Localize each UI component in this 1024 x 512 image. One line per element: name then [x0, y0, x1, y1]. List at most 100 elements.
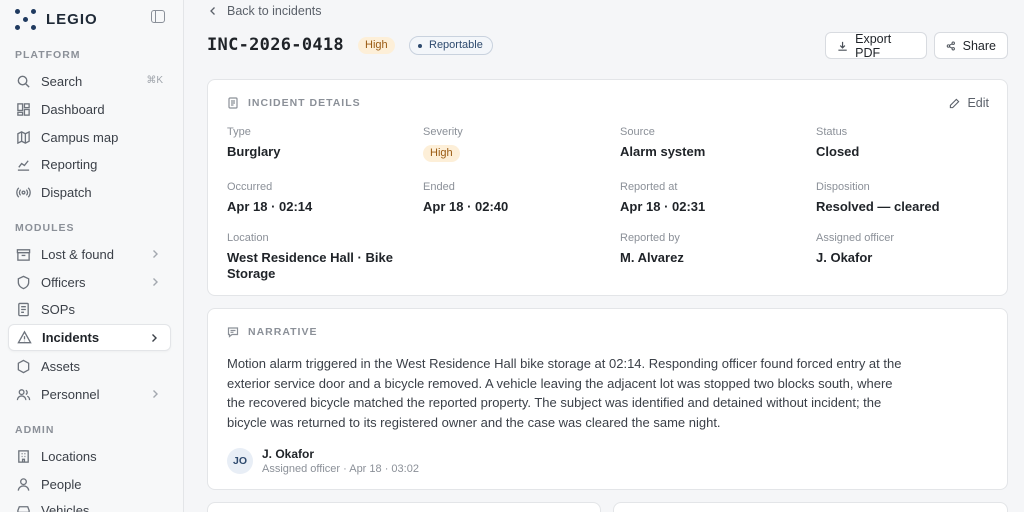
sidebar-item-campus-map[interactable]: Campus map — [8, 124, 171, 151]
sidebar-item-label: Assets — [41, 359, 81, 374]
sidebar-item-dispatch[interactable]: Dispatch — [8, 179, 171, 206]
field-value: Resolved — cleared — [816, 199, 940, 214]
avatar: JO — [227, 448, 253, 474]
sidebar-item-sops[interactable]: SOPs — [8, 296, 171, 323]
car-icon — [16, 503, 31, 512]
sidebar-item-people[interactable]: People — [8, 471, 171, 498]
shield-icon — [16, 275, 31, 290]
narrative-card: NARRATIVE Motion alarm triggered in the … — [207, 308, 1008, 490]
sidebar-item-label: Dashboard — [41, 102, 105, 117]
radio-icon — [16, 185, 31, 200]
sidebar-item-label: Locations — [41, 449, 97, 464]
dashboard-icon — [16, 102, 31, 117]
section-label-platform: PLATFORM — [15, 49, 81, 61]
dot-icon — [418, 43, 422, 48]
chart-line-icon — [16, 157, 31, 172]
sidebar-item-label: Dispatch — [41, 185, 92, 200]
field-value: Apr 18 · 02:40 — [423, 199, 509, 214]
field-label: Location — [227, 232, 269, 244]
user-icon — [16, 477, 31, 492]
field-value: West Residence Hall · Bike Storage — [227, 250, 393, 281]
narrative-text: Motion alarm triggered in the West Resid… — [227, 356, 902, 431]
field-label: Type — [227, 126, 251, 138]
pencil-icon — [950, 98, 960, 108]
map-icon — [16, 130, 31, 145]
field-reported-by: Reported by M. Alvarez — [620, 232, 800, 266]
field-label: Disposition — [816, 181, 870, 193]
search-icon — [16, 74, 31, 89]
sidebar-item-label: Reporting — [41, 157, 98, 172]
chevron-right-icon — [153, 250, 158, 258]
message-icon — [227, 327, 239, 338]
page-title: INC-2026-0418 — [207, 35, 344, 55]
incident-details-header: INCIDENT DETAILS — [227, 97, 361, 109]
field-label: Source — [620, 126, 655, 138]
document-icon — [16, 302, 31, 317]
chevron-right-icon — [153, 278, 158, 286]
narrative-header: NARRATIVE — [227, 326, 317, 338]
field-occurred: Occurred Apr 18 · 02:14 — [227, 181, 407, 215]
severity-badge: High — [358, 37, 395, 54]
narrative-author: JO J. Okafor Assigned officer · Apr 18 ·… — [227, 447, 419, 475]
field-label: Severity — [423, 126, 463, 138]
bottom-left-card — [207, 502, 601, 512]
field-location: Location West Residence Hall · Bike Stor… — [227, 232, 402, 282]
sidebar-item-locations[interactable]: Locations — [8, 443, 171, 470]
sidebar-item-vehicles[interactable]: Vehicles — [8, 497, 171, 512]
field-label: Reported by — [620, 232, 680, 244]
share-label: Share — [962, 38, 996, 53]
field-label: Status — [816, 126, 848, 138]
sidebar-item-personnel[interactable]: Personnel — [8, 381, 171, 408]
field-label: Reported at — [620, 181, 678, 193]
field-label: Occurred — [227, 181, 273, 193]
field-source: Source Alarm system — [620, 126, 800, 160]
sidebar-item-officers[interactable]: Officers — [8, 269, 171, 296]
field-reported-at: Reported at Apr 18 · 02:31 — [620, 181, 800, 215]
field-value: M. Alvarez — [620, 250, 684, 265]
sidebar-item-assets[interactable]: Assets — [8, 353, 171, 380]
edit-button[interactable]: Edit — [949, 96, 989, 110]
sidebar-item-search[interactable]: Search ⌘K — [8, 68, 171, 95]
sidebar-item-label: SOPs — [41, 302, 75, 317]
field-assigned-officer: Assigned officer J. Okafor — [816, 232, 996, 266]
sidebar-item-label: Officers — [41, 275, 86, 290]
card-title: NARRATIVE — [248, 326, 318, 338]
share-button[interactable]: Share — [934, 32, 1008, 59]
export-pdf-button[interactable]: Export PDF — [825, 31, 927, 60]
building-icon — [16, 449, 31, 464]
export-pdf-label: Export PDF — [855, 31, 892, 60]
sidebar-item-lost-found[interactable]: Lost & found — [8, 241, 171, 268]
chevron-right-icon — [152, 334, 157, 342]
edit-label: Edit — [967, 96, 989, 110]
hexagon-icon — [16, 359, 31, 374]
chevron-right-icon — [153, 390, 158, 398]
back-link[interactable]: Back to incidents — [208, 4, 322, 18]
alert-triangle-icon — [17, 330, 32, 345]
field-label: Ended — [423, 181, 455, 193]
sidebar-item-label: Vehicles — [41, 503, 90, 512]
reportable-badge: Reportable — [409, 36, 493, 55]
section-label-modules: MODULES — [15, 222, 75, 234]
sidebar-item-label: Personnel — [41, 387, 100, 402]
sidebar: LEGIO PLATFORM Search ⌘K Dashboard Campu… — [0, 0, 184, 512]
field-value: Apr 18 · 02:14 — [227, 199, 313, 214]
share-icon — [946, 41, 955, 50]
field-ended: Ended Apr 18 · 02:40 — [423, 181, 603, 215]
sidebar-item-label: People — [41, 477, 82, 492]
sidebar-item-dashboard[interactable]: Dashboard — [8, 96, 171, 123]
search-shortcut: ⌘K — [146, 75, 163, 86]
field-label: Assigned officer — [816, 232, 895, 244]
author-meta: Assigned officer · Apr 18 · 03:02 — [262, 463, 419, 475]
sidebar-item-label: Search — [41, 74, 83, 89]
sidebar-toggle-icon[interactable] — [151, 10, 165, 23]
incident-details-card: INCIDENT DETAILS Edit Type Burglary Seve… — [207, 79, 1008, 296]
sidebar-item-label: Lost & found — [41, 247, 114, 262]
bottom-right-card — [613, 502, 1008, 512]
sidebar-item-incidents[interactable]: Incidents — [8, 324, 171, 351]
brand[interactable]: LEGIO — [14, 7, 98, 31]
sidebar-item-reporting[interactable]: Reporting — [8, 151, 171, 178]
back-link-label: Back to incidents — [227, 4, 322, 18]
reportable-badge-label: Reportable — [429, 39, 483, 51]
box-icon — [16, 247, 31, 262]
field-disposition: Disposition Resolved — cleared — [816, 181, 996, 215]
